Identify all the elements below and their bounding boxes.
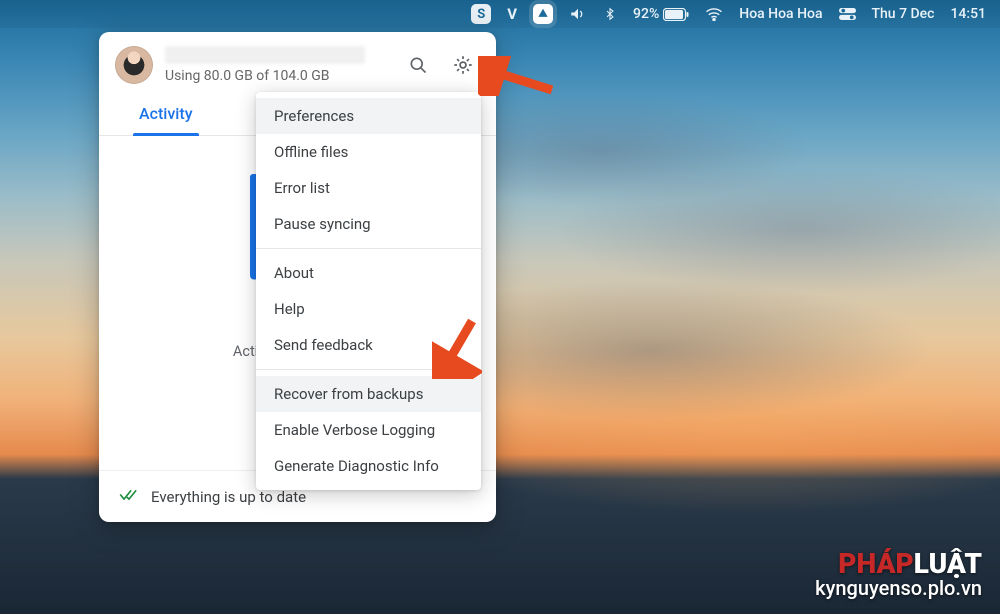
storage-usage-text: Using 80.0 GB of 104.0 GB xyxy=(165,68,390,84)
control-center-icon[interactable] xyxy=(839,7,856,21)
menu-item-diagnostic-info[interactable]: Generate Diagnostic Info xyxy=(256,448,481,484)
menu-item-send-feedback[interactable]: Send feedback xyxy=(256,327,481,363)
battery-percent-text: 92% xyxy=(633,6,659,22)
check-icon xyxy=(119,487,139,506)
user-block: Using 80.0 GB of 104.0 GB xyxy=(165,46,390,84)
panel-header: Using 80.0 GB of 104.0 GB xyxy=(99,32,496,92)
menu-separator xyxy=(256,369,481,370)
watermark-logo: PHÁPLUẬT xyxy=(815,551,982,576)
wifi-icon[interactable] xyxy=(705,7,723,21)
volume-icon[interactable] xyxy=(569,5,587,23)
menubar-time[interactable]: 14:51 xyxy=(950,6,986,22)
menu-item-error-list[interactable]: Error list xyxy=(256,170,481,206)
menu-item-offline-files[interactable]: Offline files xyxy=(256,134,481,170)
settings-button[interactable] xyxy=(446,48,480,82)
battery-status[interactable]: 92% xyxy=(633,6,689,22)
tab-activity[interactable]: Activity xyxy=(135,96,197,135)
avatar[interactable] xyxy=(115,46,153,84)
menu-item-about[interactable]: About xyxy=(256,255,481,291)
menu-item-pause-syncing[interactable]: Pause syncing xyxy=(256,206,481,242)
google-drive-indicator[interactable] xyxy=(533,4,553,24)
gear-icon xyxy=(452,54,474,76)
footer-status-text: Everything is up to date xyxy=(151,488,306,506)
menu-item-recover-from-backups[interactable]: Recover from backups xyxy=(256,376,481,412)
menubar: S V 92% Hoa Hoa Hoa Thu 7 Dec 14:51 xyxy=(0,0,1000,28)
menubar-user[interactable]: Hoa Hoa Hoa xyxy=(739,6,822,22)
menu-separator xyxy=(256,248,481,249)
watermark: PHÁPLUẬT kynguyenso.plo.vn xyxy=(815,551,982,600)
skype-indicator[interactable]: S xyxy=(471,4,491,24)
menu-item-verbose-logging[interactable]: Enable Verbose Logging xyxy=(256,412,481,448)
bluetooth-icon[interactable] xyxy=(603,5,617,23)
menu-item-preferences[interactable]: Preferences xyxy=(256,98,481,134)
app-v-indicator[interactable]: V xyxy=(507,5,517,23)
menu-item-help[interactable]: Help xyxy=(256,291,481,327)
search-button[interactable] xyxy=(402,49,434,81)
user-name-redacted xyxy=(165,46,365,64)
menubar-date[interactable]: Thu 7 Dec xyxy=(872,6,935,22)
settings-menu: Preferences Offline files Error list Pau… xyxy=(256,92,481,490)
